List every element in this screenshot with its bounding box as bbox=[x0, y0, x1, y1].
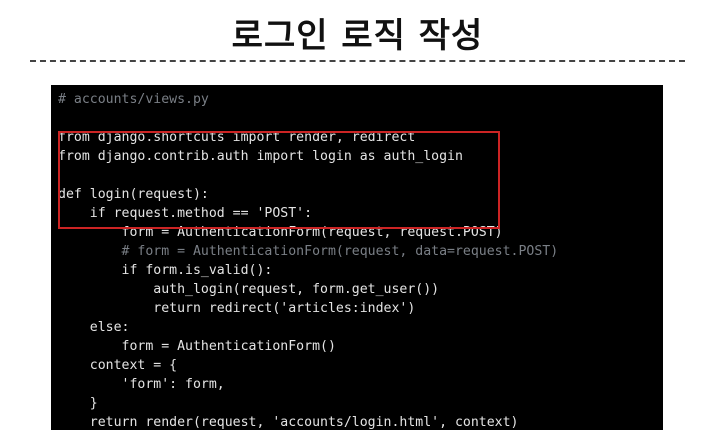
code-line: } bbox=[58, 396, 98, 411]
code-line: context = { bbox=[58, 358, 178, 373]
highlight-box bbox=[58, 131, 500, 229]
code-line: 'form': form, bbox=[58, 377, 225, 392]
code-line: # accounts/views.py bbox=[58, 92, 209, 107]
code-line: auth_login(request, form.get_user()) bbox=[58, 282, 440, 297]
code-line: if form.is_valid(): bbox=[58, 263, 273, 278]
slide-title: 로그인 로직 작성 bbox=[231, 16, 484, 56]
code-line: # form = AuthenticationForm(request, dat… bbox=[58, 244, 559, 259]
code-line: form = AuthenticationForm() bbox=[58, 339, 336, 354]
code-line: else: bbox=[58, 320, 130, 335]
code-line: return redirect('articles:index') bbox=[58, 301, 416, 316]
code-line: return render(request, 'accounts/login.h… bbox=[58, 415, 519, 430]
title-divider bbox=[30, 60, 685, 62]
